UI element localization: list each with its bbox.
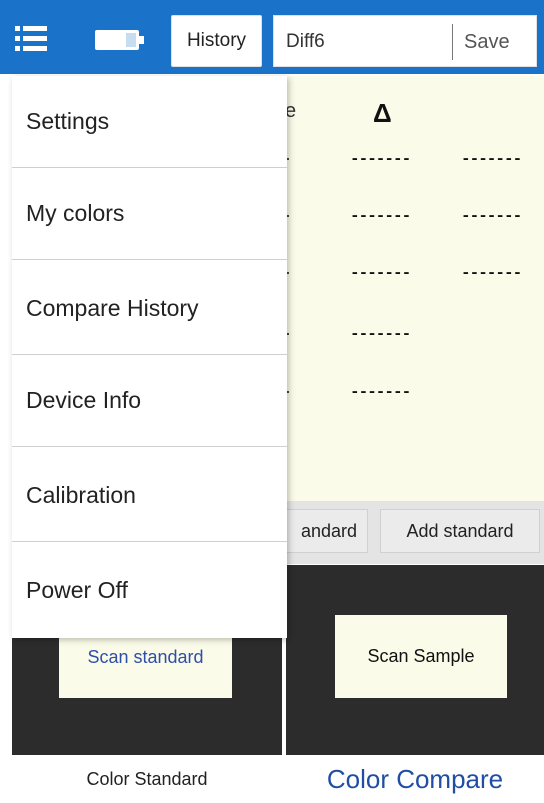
diff-name-field[interactable]: Diff6 Save (273, 15, 537, 67)
tab-color-compare[interactable]: Color Compare (286, 756, 544, 803)
add-standard-button[interactable]: Add standard (380, 509, 540, 553)
delta-value: ------- (350, 150, 411, 168)
menu-item-my-colors[interactable]: My colors (12, 168, 287, 260)
diff-name-value[interactable]: Diff6 (286, 16, 325, 68)
delta-column-header: Δ (373, 98, 392, 128)
menu-item-device-info[interactable]: Device Info (12, 355, 287, 447)
result-value: ------- (461, 207, 522, 225)
scan-sample-button[interactable]: Scan Sample (335, 615, 507, 698)
side-menu: Settings My colors Compare History Devic… (12, 76, 287, 638)
delta-value: ------- (350, 383, 411, 401)
save-button[interactable]: Save (464, 16, 510, 68)
result-value: ------- (461, 150, 522, 168)
menu-item-settings[interactable]: Settings (12, 76, 287, 168)
result-value: ------- (461, 264, 522, 282)
menu-item-calibration[interactable]: Calibration (12, 450, 287, 542)
menu-item-compare-history[interactable]: Compare History (12, 263, 287, 355)
delta-value: ------- (350, 264, 411, 282)
delta-value: ------- (350, 207, 411, 225)
top-bar: History Diff6 Save (0, 0, 544, 74)
history-button[interactable]: History (171, 15, 262, 67)
delta-value: ------- (350, 325, 411, 343)
field-divider (452, 24, 453, 60)
hamburger-menu-icon[interactable] (15, 25, 47, 53)
battery-icon (95, 30, 144, 50)
tab-color-standard[interactable]: Color Standard (12, 756, 282, 803)
menu-item-power-off[interactable]: Power Off (12, 544, 287, 636)
